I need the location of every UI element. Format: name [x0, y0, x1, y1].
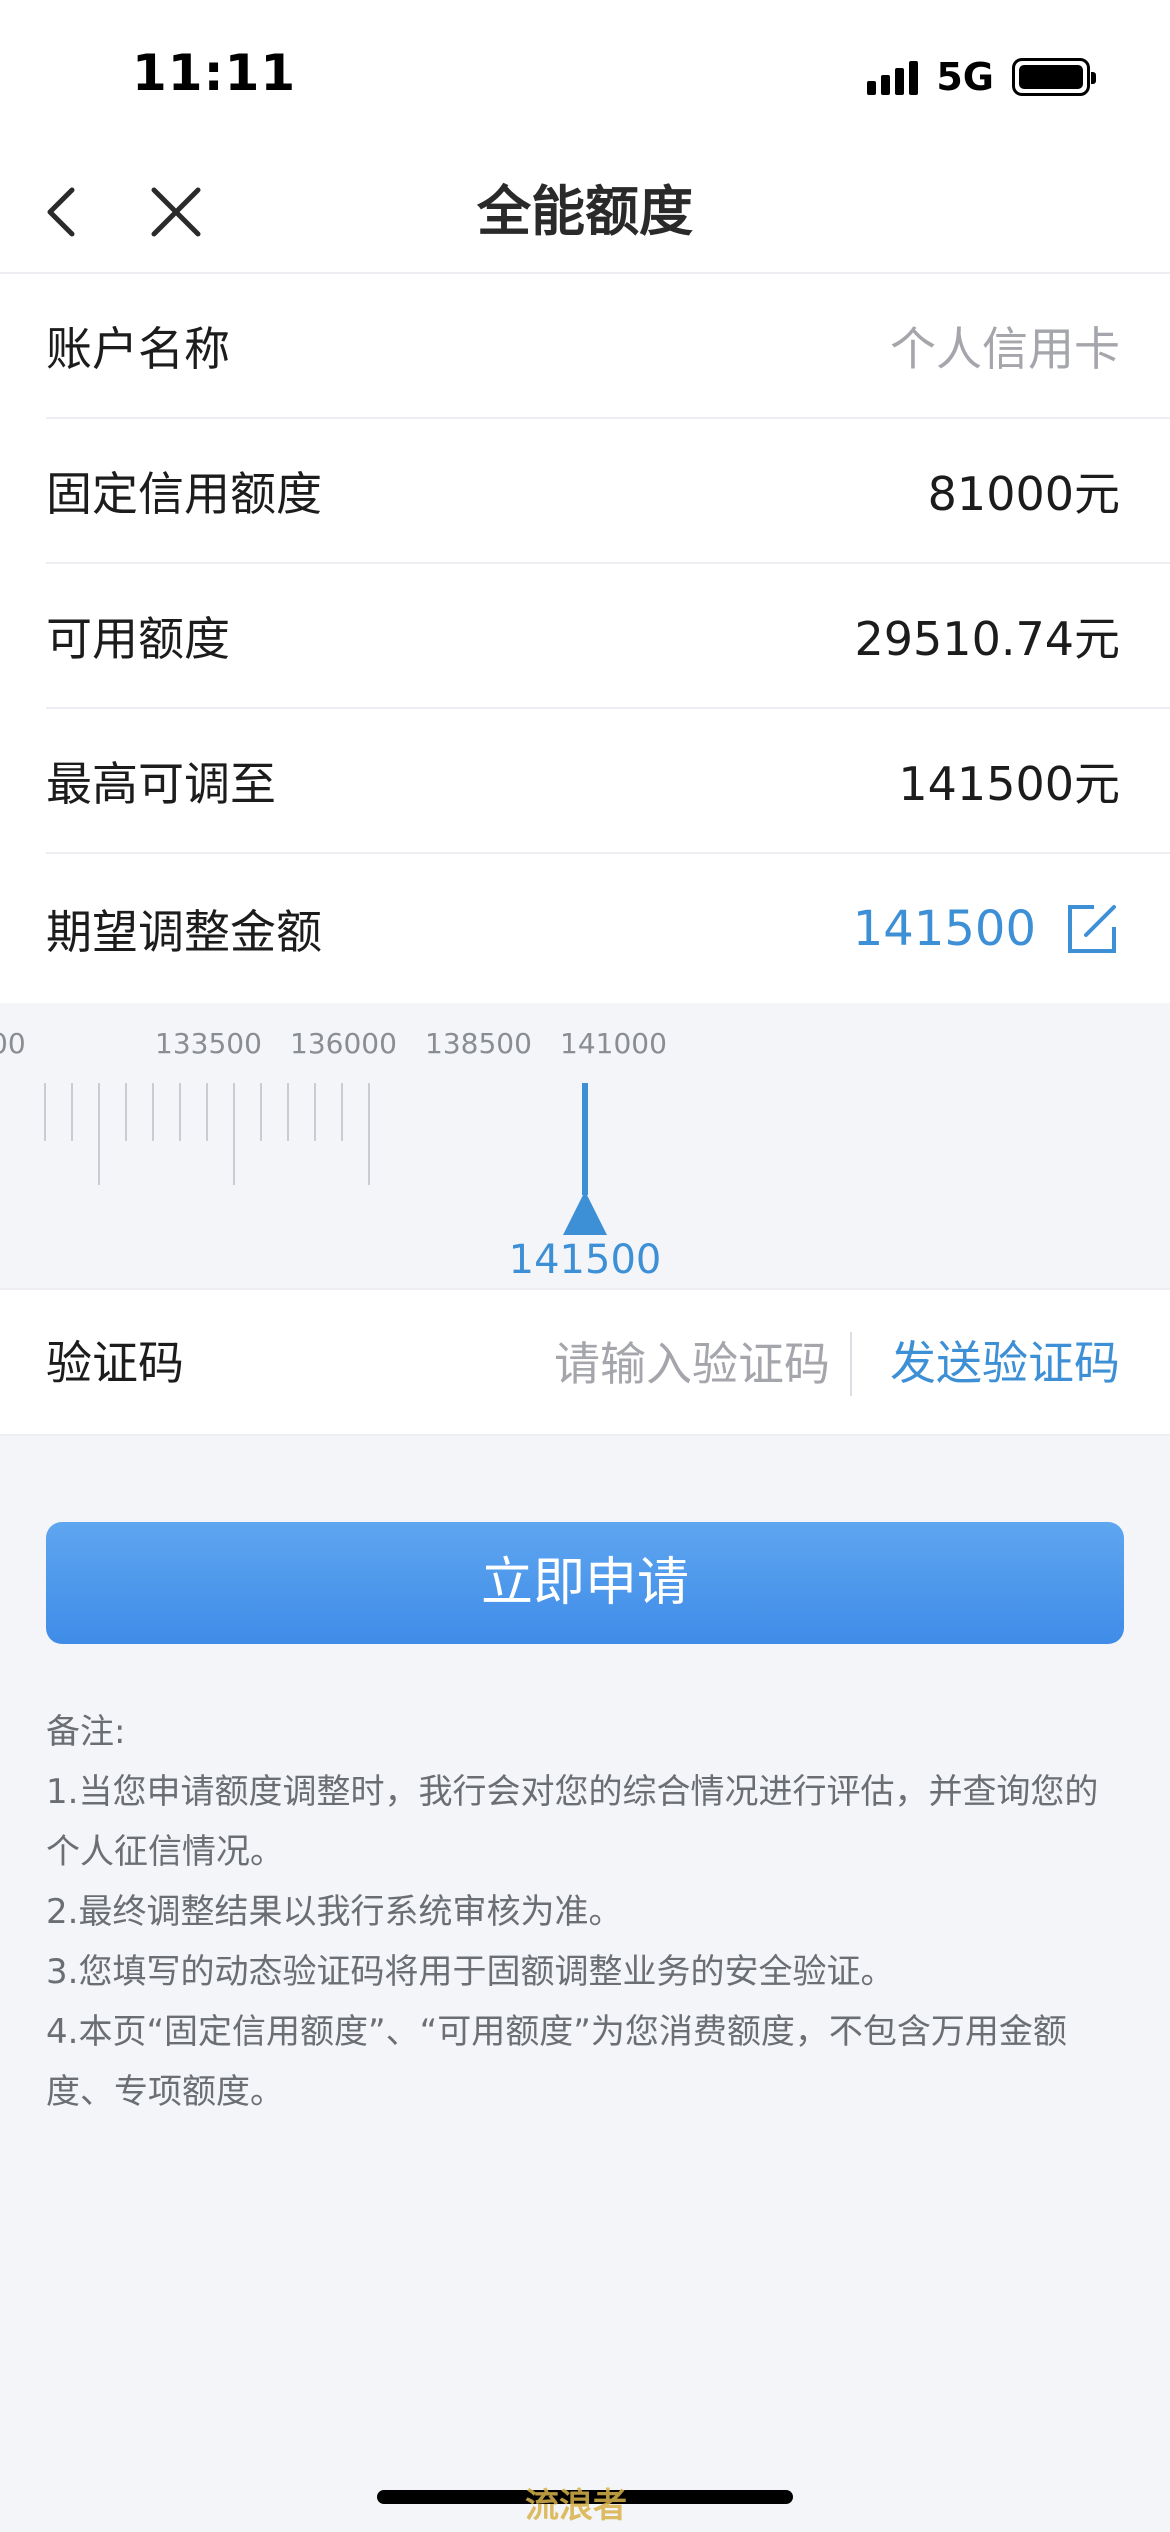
- note-item: 3.您填写的动态验证码将用于固额调整业务的安全验证。: [46, 1952, 895, 1992]
- battery-icon: [1012, 58, 1096, 96]
- ruler-tick-label: 138500: [425, 1027, 532, 1060]
- fixed-limit-row: 固定信用额度 81000元: [46, 419, 1170, 564]
- verification-code-input[interactable]: [430, 1324, 830, 1404]
- note-item: 4.本页“固定信用额度”、“可用额度”为您消费额度，不包含万用金额度、专项额度。: [46, 2012, 1067, 2112]
- max-adjust-label: 最高可调至: [46, 756, 276, 811]
- verification-label: 验证码: [46, 1336, 184, 1390]
- nav-bar: 全能额度: [0, 150, 1170, 274]
- edit-icon[interactable]: [1064, 901, 1120, 957]
- watermark: 流浪者: [525, 2486, 627, 2526]
- network-label: 5G: [936, 55, 994, 99]
- notes-title: 备注:: [46, 1712, 126, 1752]
- status-bar: 11:11 5G: [0, 0, 1170, 150]
- fixed-limit-label: 固定信用额度: [46, 466, 322, 521]
- expected-amount-row[interactable]: 期望调整金额 141500: [46, 854, 1170, 1004]
- chevron-left-icon: [47, 187, 75, 237]
- send-code-button[interactable]: 发送验证码: [890, 1290, 1120, 1436]
- ruler-pointer-icon[interactable]: [563, 1191, 607, 1235]
- ruler-tick-label: 141000: [560, 1027, 667, 1060]
- max-adjust-value: 141500元: [898, 756, 1120, 811]
- max-adjust-row: 最高可调至 141500元: [46, 709, 1170, 854]
- account-name-row: 账户名称 个人信用卡: [46, 274, 1170, 419]
- expected-amount-value[interactable]: 141500: [853, 901, 1036, 957]
- ruler-selected-value: 141500: [509, 1237, 662, 1283]
- expected-amount-label: 期望调整金额: [46, 905, 322, 959]
- expected-amount-wrap[interactable]: 141500: [853, 901, 1120, 957]
- account-name-value: 个人信用卡: [890, 321, 1120, 376]
- amount-ruler[interactable]: 00 133500 136000 138500 141000 141500: [0, 1003, 1170, 1288]
- back-button[interactable]: [22, 172, 102, 252]
- available-limit-label: 可用额度: [46, 611, 230, 666]
- ruler-scale[interactable]: 00 133500 136000 138500 141000 141500: [0, 1003, 1170, 1288]
- signal-icon: [867, 59, 919, 95]
- close-icon: [151, 187, 201, 237]
- fixed-limit-value: 81000元: [927, 466, 1120, 521]
- status-icons: 5G: [867, 52, 1096, 102]
- notes: 备注: 1.当您申请额度调整时，我行会对您的综合情况进行评估，并查询您的个人征信…: [46, 1702, 1126, 2122]
- note-item: 1.当您申请额度调整时，我行会对您的综合情况进行评估，并查询您的个人征信情况。: [46, 1772, 1099, 1872]
- ruler-tick-label: 136000: [290, 1027, 397, 1060]
- verification-row: 验证码 发送验证码: [0, 1288, 1170, 1436]
- account-info-list: 账户名称 个人信用卡 固定信用额度 81000元 可用额度 29510.74元 …: [0, 274, 1170, 1004]
- status-time: 11:11: [132, 44, 297, 102]
- available-limit-value: 29510.74元: [854, 611, 1121, 666]
- available-limit-row: 可用额度 29510.74元: [46, 564, 1170, 709]
- verification-divider: [850, 1332, 852, 1396]
- ruler-tick-label: 00: [0, 1027, 26, 1060]
- apply-button[interactable]: 立即申请: [46, 1522, 1124, 1644]
- ruler-tick-label: 133500: [155, 1027, 262, 1060]
- account-name-label: 账户名称: [46, 321, 230, 376]
- note-item: 2.最终调整结果以我行系统审核为准。: [46, 1892, 623, 1932]
- close-button[interactable]: [136, 172, 216, 252]
- screen: 11:11 5G 全能额度 账户名称 个人信用卡 固定信用额度 81000元 可…: [0, 0, 1170, 2532]
